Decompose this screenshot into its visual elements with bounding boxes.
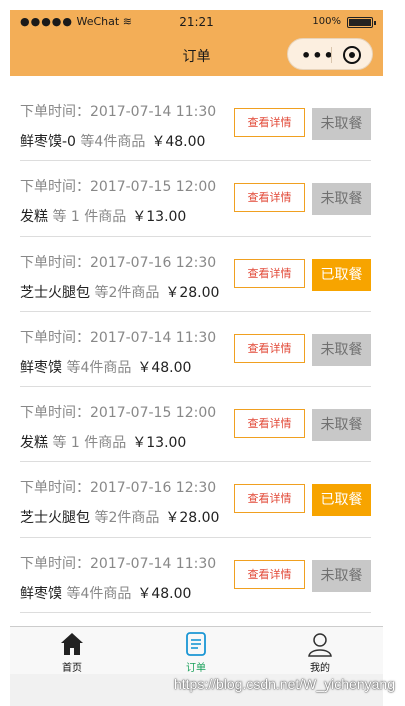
more-icon[interactable]: •••: [301, 46, 335, 65]
status-bar: ●●●●● WeChat ≋ 21:21 100%: [10, 10, 383, 34]
battery-icon: [347, 17, 376, 28]
order-item: 下单时间：2017-07-14 11:30 鲜枣馍 等4件商品 ￥48.00 查看…: [20, 312, 371, 388]
view-detail-button[interactable]: 查看详情: [234, 333, 305, 363]
view-detail-button[interactable]: 查看详情: [234, 108, 305, 137]
order-item: 下单时间：2017-07-15 12:00 发糕 等 1 件商品 ￥13.00 查…: [20, 161, 371, 237]
order-icon: [134, 631, 258, 657]
close-icon[interactable]: [343, 46, 361, 64]
order-item: 下单时间：2017-07-16 12:30 芝士火腿包 等2件商品 ￥28.00 …: [20, 237, 371, 312]
status-badge[interactable]: 未取餐: [312, 409, 371, 442]
battery-percent: 100%: [312, 16, 341, 27]
status-badge[interactable]: 未取餐: [312, 183, 371, 216]
status-badge[interactable]: 已取餐: [312, 484, 371, 517]
view-detail-button[interactable]: 查看详情: [234, 409, 305, 439]
status-badge[interactable]: 已取餐: [312, 258, 371, 291]
view-detail-button[interactable]: 查看详情: [234, 484, 305, 514]
order-item: 下单时间：2017-07-14 11:30 鲜枣馍 等4件商品 ￥48.00 查看…: [20, 538, 371, 614]
view-detail-button[interactable]: 查看详情: [234, 258, 305, 288]
tab-orders[interactable]: 订单: [134, 631, 258, 674]
order-list[interactable]: 下单时间：2017-07-14 11:30 鲜枣馍-0 等4件商品 ￥48.00 …: [10, 86, 383, 626]
tab-bar: 首页 订单 我的: [10, 626, 383, 674]
order-item: 下单时间：2017-07-16 12:30 芝士火腿包 等2件商品 ￥28.00 …: [20, 462, 371, 538]
tab-home[interactable]: 首页: [10, 631, 134, 674]
tab-mine[interactable]: 我的: [258, 631, 382, 674]
mini-program-capsule: •••: [287, 38, 373, 70]
status-badge[interactable]: 未取餐: [312, 108, 371, 140]
order-item: 下单时间：2017-07-15 12:00 发糕 等 1 件商品 ￥13.00 查…: [20, 387, 371, 463]
phone-screen: ●●●●● WeChat ≋ 21:21 100% 订单 ••• 下单时间：20…: [0, 0, 405, 706]
order-item: 下单时间：2017-07-14 11:30 鲜枣馍-0 等4件商品 ￥48.00 …: [20, 86, 371, 162]
view-detail-button[interactable]: 查看详情: [234, 183, 305, 213]
user-icon: [258, 631, 382, 657]
status-badge[interactable]: 未取餐: [312, 333, 371, 366]
home-icon: [10, 631, 134, 657]
status-badge[interactable]: 未取餐: [312, 559, 371, 592]
watermark: https://blog.csdn.net/W_yichenyang: [173, 676, 395, 692]
nav-bar: 订单 •••: [10, 34, 383, 76]
view-detail-button[interactable]: 查看详情: [234, 559, 305, 589]
